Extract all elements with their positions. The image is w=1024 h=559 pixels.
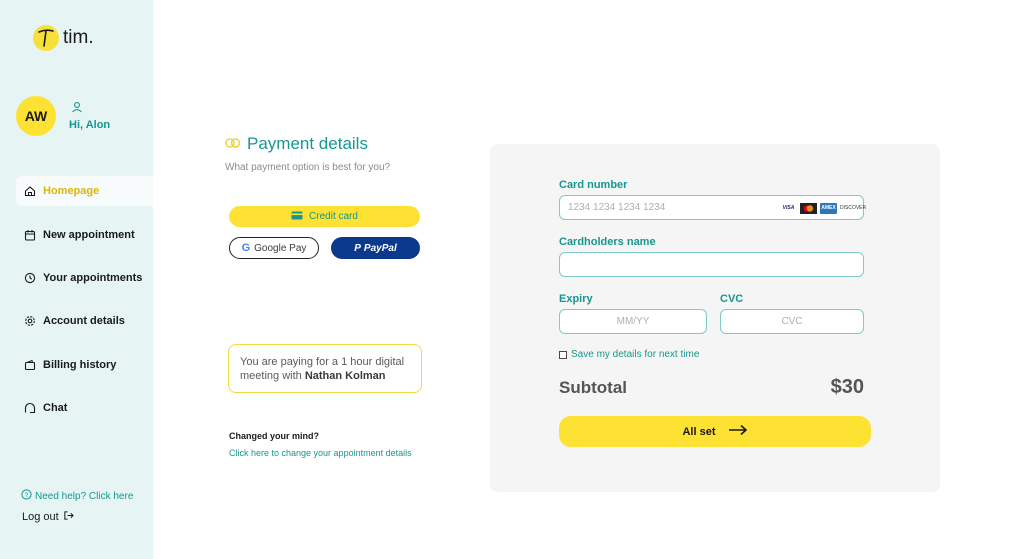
paypal-icon: P (354, 242, 361, 254)
appointment-info-box: You are paying for a 1 hour digital meet… (228, 344, 422, 393)
logout-button[interactable]: Log out (22, 510, 74, 524)
cardholder-name-label: Cardholders name (559, 236, 656, 248)
page-title: Payment details (247, 134, 368, 153)
cvc-placeholder: CVC (781, 316, 803, 327)
sidebar-item-account-details[interactable]: Account details (16, 306, 153, 336)
calendar-icon (23, 228, 37, 242)
checkbox-box[interactable] (559, 350, 567, 359)
changed-mind-label: Changed your mind? (229, 431, 319, 441)
sidebar-item-label: Account details (43, 315, 125, 327)
svg-text:?: ? (25, 492, 29, 499)
chat-icon (23, 401, 37, 415)
card-number-label: Card number (559, 179, 628, 191)
google-pay-button[interactable]: G Google Pay (229, 237, 319, 259)
logo[interactable]: tim. (33, 25, 94, 51)
sidebar-item-chat[interactable]: Chat (16, 393, 153, 423)
save-details-label: Save my details for next time (571, 349, 700, 360)
expiry-input[interactable]: MM/YY (559, 309, 707, 334)
save-details-checkbox[interactable]: Save my details for next time (559, 349, 699, 360)
google-pay-label: Google Pay (254, 242, 307, 254)
sidebar-item-label: Billing history (43, 359, 117, 371)
sidebar-item-label: Your appointments (43, 272, 143, 284)
expiry-placeholder: MM/YY (616, 316, 650, 327)
payment-title-row: Payment details (225, 134, 368, 154)
sidebar-item-label: Chat (43, 402, 68, 414)
amex-icon: AMEX (820, 203, 837, 214)
user-greeting: Hi, Alon (69, 119, 111, 131)
expiry-label: Expiry (559, 293, 593, 305)
mastercard-icon (800, 203, 817, 214)
sidebar-item-billing-history[interactable]: Billing history (16, 350, 153, 380)
cvc-input[interactable]: CVC (720, 309, 864, 334)
cardholder-name-input[interactable] (559, 252, 864, 277)
sidebar-item-homepage[interactable]: Homepage (16, 176, 153, 206)
payment-icon (225, 135, 241, 153)
cvc-label: CVC (720, 293, 744, 305)
sidebar-item-your-appointments[interactable]: Your appointments (16, 263, 153, 293)
card-brand-icons: VISA AMEX DISCOVER (780, 203, 866, 214)
sidebar-item-label: Homepage (43, 185, 100, 197)
all-set-button[interactable]: All set (559, 416, 871, 447)
clock-icon (23, 271, 37, 285)
sidebar-item-label: New appointment (43, 229, 135, 241)
subtotal-label: Subtotal (559, 378, 627, 397)
card-number-input[interactable]: 1234 1234 1234 1234 VISA AMEX DISCOVER (559, 195, 866, 220)
credit-card-label: Credit card (309, 211, 358, 222)
gear-icon (23, 314, 37, 328)
all-set-label: All set (682, 425, 716, 438)
help-label: Need help? Click here (35, 490, 134, 502)
provider-name: Nathan Kolman (304, 370, 386, 382)
logo-text: tim. (63, 27, 94, 48)
card-number-placeholder: 1234 1234 1234 1234 (568, 202, 666, 213)
credit-card-icon (291, 211, 303, 223)
avatar[interactable]: AW (16, 96, 56, 136)
logout-label: Log out (22, 511, 59, 523)
help-icon: ? (21, 489, 32, 503)
page-subtitle: What payment option is best for you? (225, 162, 391, 173)
sidebar: tim. AW Hi, Alon Homepage New appointmen… (0, 0, 153, 559)
user-icon (71, 100, 83, 118)
change-appointment-link[interactable]: Click here to change your appointment de… (229, 448, 412, 458)
subtotal-value: $30 (830, 376, 864, 398)
logo-mark (33, 25, 59, 51)
wallet-icon (23, 358, 37, 372)
visa-icon: VISA (780, 203, 797, 214)
logo-t-icon (38, 29, 54, 47)
arrow-right-icon (728, 424, 748, 439)
help-link[interactable]: ? Need help? Click here (21, 489, 133, 503)
paypal-button[interactable]: P PayPal (331, 237, 420, 259)
logout-icon (63, 510, 74, 524)
discover-icon: DISCOVER (840, 203, 866, 214)
sidebar-item-new-appointment[interactable]: New appointment (16, 220, 153, 250)
home-icon (23, 184, 37, 198)
credit-card-button[interactable]: Credit card (229, 206, 420, 227)
google-icon: G (241, 242, 251, 254)
paypal-label: PayPal (363, 242, 397, 254)
